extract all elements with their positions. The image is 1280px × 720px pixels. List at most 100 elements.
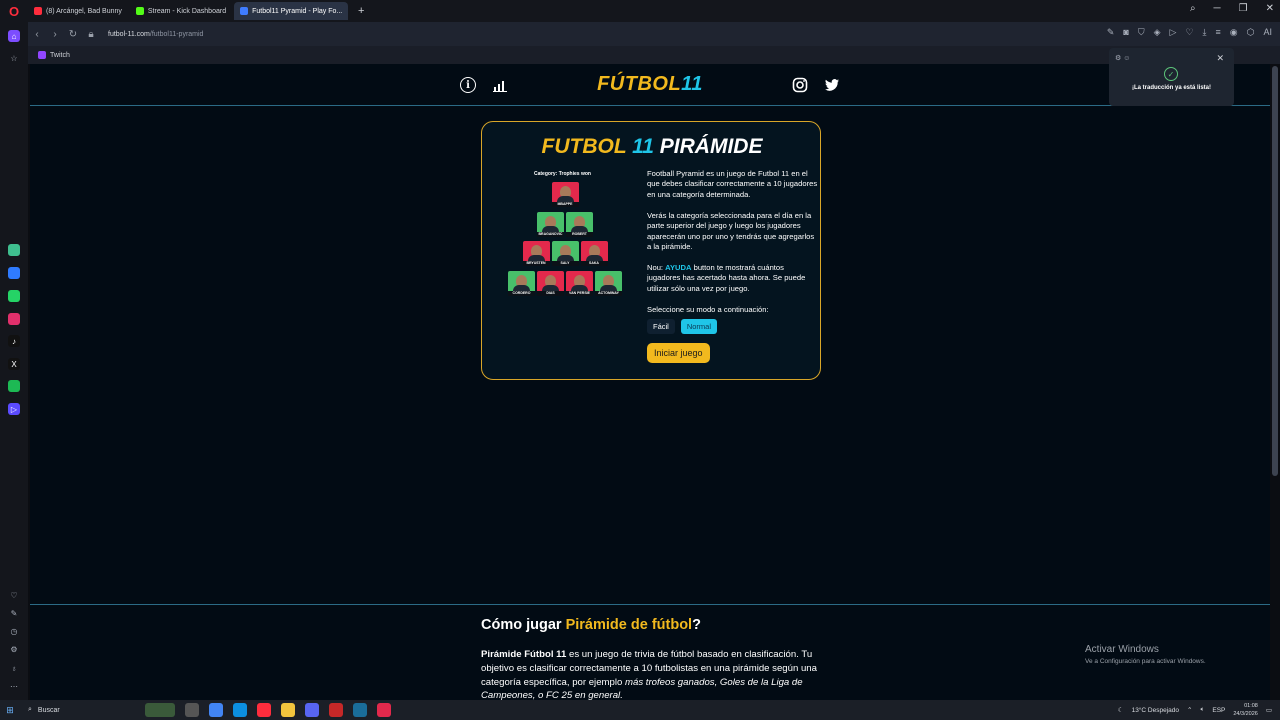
home-icon[interactable]: ⌂ (8, 30, 20, 42)
player-name: SAKA (580, 261, 608, 266)
windows-taskbar: ⊞ ⌕ Buscar ☾ 13°C Despejado ⌃ 🔈︎ ESP 01:… (0, 700, 1280, 720)
twitch-icon (38, 51, 46, 59)
translation-toast: ⚙ ☺ ✕ ✓ ¡La traducción ya está lista! (1109, 48, 1234, 106)
chrome-icon[interactable] (209, 703, 223, 717)
weather-icon: ☾ (1117, 707, 1124, 714)
edge-icon[interactable] (233, 703, 247, 717)
tab-label: (8) Arcángel, Bad Bunny (46, 7, 122, 15)
restore-button[interactable]: ❐ (1239, 3, 1248, 14)
tab-label: Stream - Kick Dashboard (147, 7, 227, 15)
start-game-button[interactable]: Iniciar juego (647, 343, 710, 363)
close-window-button[interactable]: ✕ (1266, 3, 1274, 14)
mode-easy-button[interactable]: Fácil (647, 319, 675, 334)
howto-title-highlight: Pirámide de fútbol (565, 617, 693, 633)
mode-selector: Fácil Normal (647, 319, 718, 334)
logo-number: 11 (681, 73, 703, 95)
opera-gx-icon[interactable] (257, 703, 271, 717)
download-icon[interactable]: ⤓ (1203, 27, 1207, 38)
url-field[interactable]: futbol-11.com/futbol11-pyramid (108, 31, 203, 38)
chatgpt-icon[interactable] (8, 244, 20, 256)
tab-futbol11[interactable]: Futbol11 Pyramid - Play Fo... (234, 2, 349, 20)
snapshot-icon[interactable]: ✎ (1107, 27, 1115, 38)
x-icon[interactable]: X (8, 358, 20, 370)
player-name: SALY (551, 261, 579, 266)
stats-icon[interactable] (492, 77, 508, 93)
pyramid-player-card: BRYUSTEN (522, 241, 550, 266)
volume-icon[interactable]: 🔈︎ (1200, 706, 1204, 714)
messenger-icon[interactable] (8, 267, 20, 279)
shield-icon[interactable]: ⛉ (1138, 27, 1145, 38)
tiktok-icon[interactable]: ♪ (8, 335, 20, 347)
section-divider (30, 604, 1270, 605)
twitter-icon[interactable] (824, 77, 840, 93)
translate-icon[interactable]: ◈ (1154, 27, 1161, 38)
pyramid-player-card: SAKA (580, 241, 608, 266)
steam-icon[interactable] (353, 703, 367, 717)
opera-logo-icon[interactable]: O (0, 0, 28, 22)
menu-icon[interactable]: ≡ (1216, 27, 1221, 38)
close-toast-button[interactable]: ✕ (1216, 53, 1224, 64)
bookmark-twitch[interactable]: Twitch (50, 52, 70, 59)
whatsapp-icon[interactable] (8, 290, 20, 302)
file-explorer-icon[interactable] (281, 703, 295, 717)
edit-icon[interactable]: ✎ (8, 607, 20, 619)
toast-settings-icon[interactable]: ⚙ ☺ (1115, 54, 1130, 62)
start-button[interactable]: ⊞ (0, 705, 20, 716)
star-icon[interactable]: ☆ (8, 52, 20, 64)
clock-time: 01:08 (1244, 703, 1258, 709)
player-name: DIAS (537, 290, 564, 296)
search-label: Buscar (37, 706, 60, 714)
player-name: ACTOMINAY (595, 290, 622, 296)
site-logo[interactable]: FÚTBOL11 (597, 73, 703, 96)
player-icon[interactable]: ▷ (8, 403, 20, 415)
info-icon[interactable]: i (460, 77, 476, 93)
howto-title: Cómo jugar Pirámide de fútbol? (481, 617, 701, 633)
tray-chevron-icon[interactable]: ⌃ (1187, 706, 1192, 714)
kick-icon (135, 7, 144, 15)
player-name: CORDERO (508, 290, 535, 296)
ai-icon[interactable]: AI (1263, 27, 1272, 38)
valorant-icon[interactable] (377, 703, 391, 717)
search-tabs-icon[interactable]: ⌕ (1190, 3, 1196, 14)
category-label: Category: Trophies won (534, 171, 591, 177)
more-icon[interactable]: ⋯ (8, 680, 20, 692)
history-icon[interactable]: ◷ (8, 625, 20, 637)
pyramid-player-card: DIAS (537, 270, 564, 296)
description-para-2: Verás la categoría seleccionada para el … (647, 210, 815, 251)
lightbulb-icon[interactable]: ♁ (8, 662, 20, 674)
forward-button[interactable]: › (46, 29, 64, 40)
settings-icon[interactable]: ⚙ (8, 643, 20, 655)
heart-icon[interactable]: ♡ (1185, 27, 1193, 38)
spotify-icon[interactable] (8, 380, 20, 392)
reload-icon[interactable]: ↻ (64, 29, 82, 40)
language-indicator[interactable]: ESP (1212, 707, 1225, 714)
profile-icon[interactable]: ◉ (1230, 27, 1238, 38)
instagram-icon[interactable] (792, 77, 808, 93)
new-tab-button[interactable]: + (354, 4, 368, 18)
clock[interactable]: 01:08 24/3/2026 (1233, 702, 1257, 718)
title-part1: FUTBOL (541, 135, 627, 158)
player-name: VAN PERSIE (566, 290, 593, 296)
widget-icon[interactable] (145, 703, 175, 717)
play-icon[interactable]: ▷ (1170, 27, 1177, 38)
clock-date: 24/3/2026 (1233, 711, 1258, 717)
tab-kick[interactable]: Stream - Kick Dashboard (130, 2, 232, 20)
tab-youtube[interactable]: (8) Arcángel, Bad Bunny (28, 2, 128, 20)
vpn-icon[interactable]: ⬡ (1247, 27, 1255, 38)
obs-icon[interactable] (329, 703, 343, 717)
url-path: /futbol11-pyramid (149, 30, 204, 38)
taskbar-search[interactable]: ⌕ Buscar (20, 702, 140, 718)
back-button[interactable]: ‹ (28, 29, 46, 40)
task-view-icon[interactable] (185, 703, 199, 717)
page-scrollbar[interactable] (1272, 66, 1278, 476)
weather-text[interactable]: 13°C Despejado (1132, 707, 1179, 714)
camera-icon[interactable]: ◙ (1123, 27, 1128, 38)
heart-icon[interactable]: ♡ (8, 589, 20, 601)
discord-icon[interactable] (305, 703, 319, 717)
instagram-icon[interactable] (8, 313, 20, 325)
notifications-icon[interactable]: ▭ (1266, 706, 1272, 714)
minimize-button[interactable]: ─ (1214, 3, 1221, 14)
url-host: futbol-11.com (108, 30, 150, 38)
card-title: FUTBOL 11 PIRÁMIDE (482, 135, 822, 159)
mode-normal-button[interactable]: Normal (680, 319, 718, 334)
